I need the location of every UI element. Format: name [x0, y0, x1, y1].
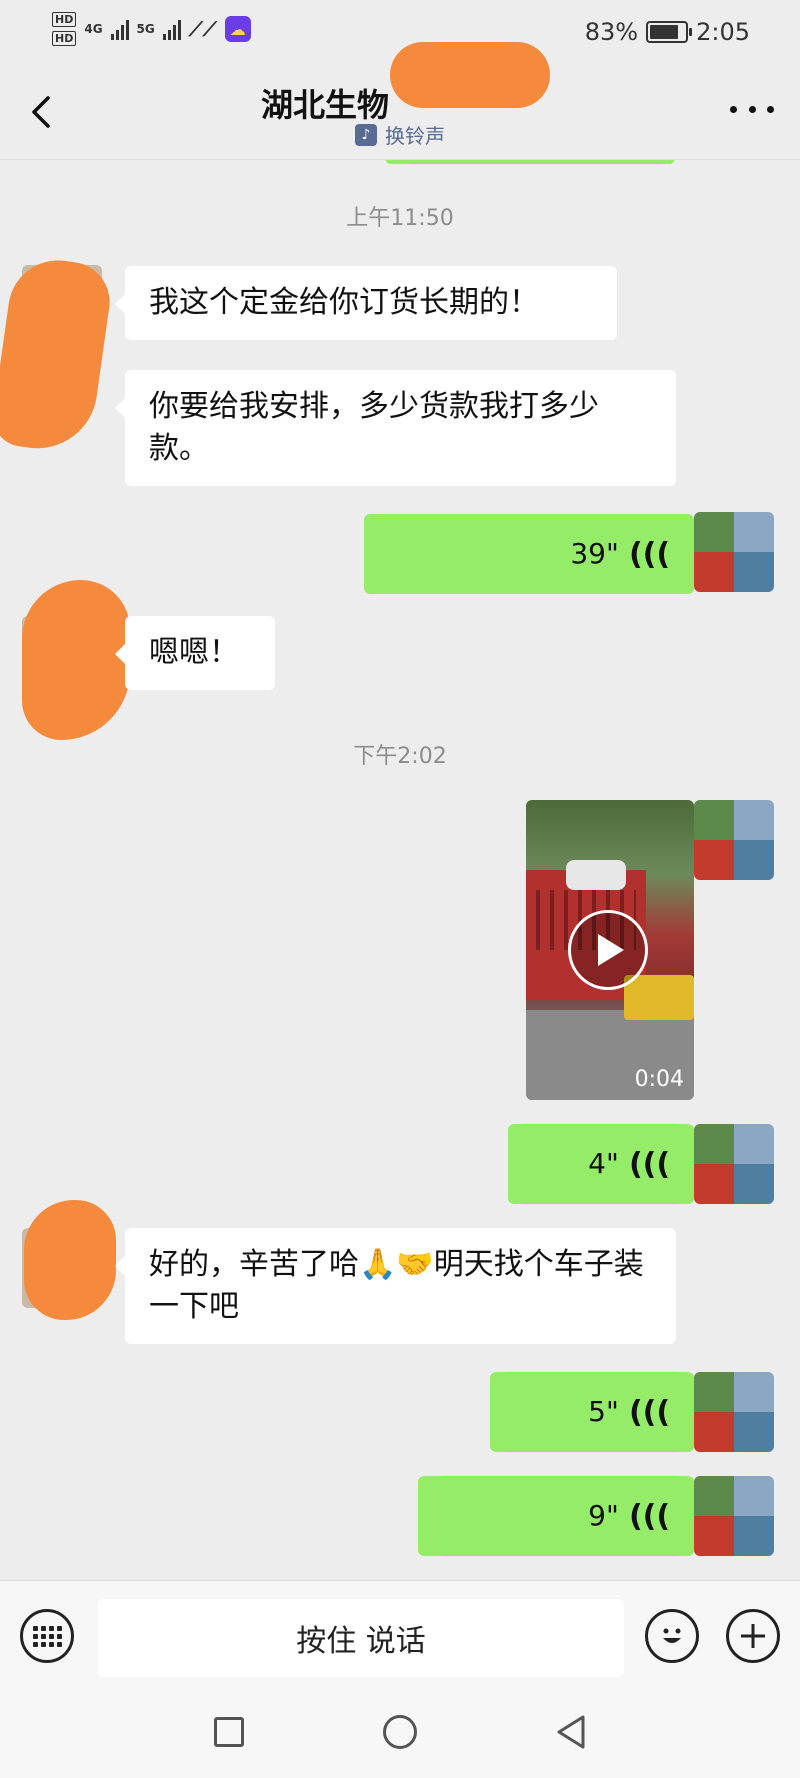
avatar-me[interactable] — [694, 1124, 774, 1204]
timestamp: 上午11:50 — [346, 206, 454, 231]
more-options-button[interactable] — [730, 94, 774, 124]
smiley-icon — [663, 1628, 681, 1643]
more-actions-button[interactable] — [726, 1609, 780, 1663]
clock: 2:05 — [696, 18, 750, 46]
message-bubble-in[interactable]: 好的，辛苦了哈🙏🤝明天找个车子装一下吧 — [115, 1228, 676, 1344]
ringtone-icon: ♪ — [355, 123, 377, 146]
hd-indicators: HD HD — [52, 12, 77, 46]
timestamp: 下午2:02 — [353, 744, 447, 769]
ringtone-link[interactable]: ♪ 换铃声 — [0, 120, 800, 149]
voice-message[interactable]: 4" ))) — [508, 1124, 704, 1204]
recent-apps-button[interactable] — [214, 1717, 244, 1747]
hd-badge-2: HD — [52, 31, 77, 46]
voice-message[interactable]: 39" ))) — [364, 514, 704, 594]
redaction-mark — [390, 42, 550, 108]
keyboard-toggle-button[interactable] — [20, 1609, 74, 1663]
voice-wave-icon: ))) — [628, 537, 670, 572]
voice-message[interactable]: 9" ))) — [418, 1476, 704, 1556]
avatar-me[interactable] — [694, 1476, 774, 1556]
hold-to-talk-button[interactable]: 按住 说话 — [98, 1599, 624, 1677]
avatar-me[interactable] — [694, 512, 774, 592]
weather-app-icon: ☁ — [224, 16, 251, 42]
message-bubble-in[interactable]: 我这个定金给你订货长期的！ — [115, 266, 617, 340]
input-bar: 按住 说话 — [0, 1580, 800, 1690]
nav-back-button[interactable] — [555, 1714, 587, 1750]
message-list[interactable]: 上午11:50 我这个定金给你订货长期的！ 你要给我安排，多少货款我打多少款。 … — [0, 160, 800, 1580]
network-type-2: 5G — [136, 22, 155, 36]
emoji-button[interactable] — [645, 1609, 699, 1663]
voice-wave-icon: ))) — [628, 1147, 670, 1182]
chat-title-text: 湖北生物 — [260, 86, 389, 124]
avatar-me[interactable] — [694, 1372, 774, 1452]
message-bubble-in[interactable]: 你要给我安排，多少货款我打多少款。 — [115, 370, 676, 486]
redaction-mark — [0, 253, 115, 457]
keyboard-icon — [32, 1625, 62, 1647]
voice-duration: 39" — [570, 537, 619, 570]
home-button[interactable] — [383, 1715, 417, 1749]
plus-icon — [741, 1624, 765, 1648]
battery-percent: 83% — [584, 18, 639, 46]
play-icon[interactable] — [568, 910, 648, 990]
video-duration: 0:04 — [634, 1067, 684, 1092]
wifi-calling-icon: ⟋⟋ — [188, 17, 217, 41]
voice-duration: 4" — [588, 1147, 619, 1180]
voice-message[interactable]: 5" ))) — [490, 1372, 704, 1452]
redaction-mark — [22, 580, 130, 740]
signal-icon-2 — [162, 18, 181, 40]
voice-duration: 9" — [588, 1499, 619, 1532]
dot-icon — [748, 105, 756, 113]
battery-fill — [650, 25, 679, 39]
status-right: 83% 2:05 — [585, 18, 750, 46]
network-type-1: 4G — [84, 22, 103, 36]
system-nav-bar — [0, 1690, 800, 1778]
clipped-bubble — [385, 160, 675, 164]
chat-header: 湖北生物 ♪ 换铃声 — [0, 42, 800, 160]
dot-icon — [767, 105, 774, 113]
dot-icon — [730, 105, 737, 113]
redaction-mark — [24, 1200, 116, 1320]
voice-duration: 5" — [588, 1395, 619, 1428]
message-bubble-in[interactable]: 嗯嗯！ — [115, 616, 275, 690]
video-message[interactable]: 0:04 — [526, 800, 694, 1100]
voice-wave-icon: ))) — [628, 1395, 670, 1430]
voice-wave-icon: ))) — [628, 1499, 670, 1534]
hd-badge-1: HD — [52, 12, 77, 27]
battery-icon — [646, 21, 693, 43]
signal-icon-1 — [110, 18, 129, 40]
triangle-back-icon — [557, 1715, 585, 1749]
status-left: HD HD 4G 5G ⟋⟋ ☁ — [52, 12, 251, 46]
ringtone-label: 换铃声 — [385, 124, 445, 148]
avatar-me[interactable] — [694, 800, 774, 880]
